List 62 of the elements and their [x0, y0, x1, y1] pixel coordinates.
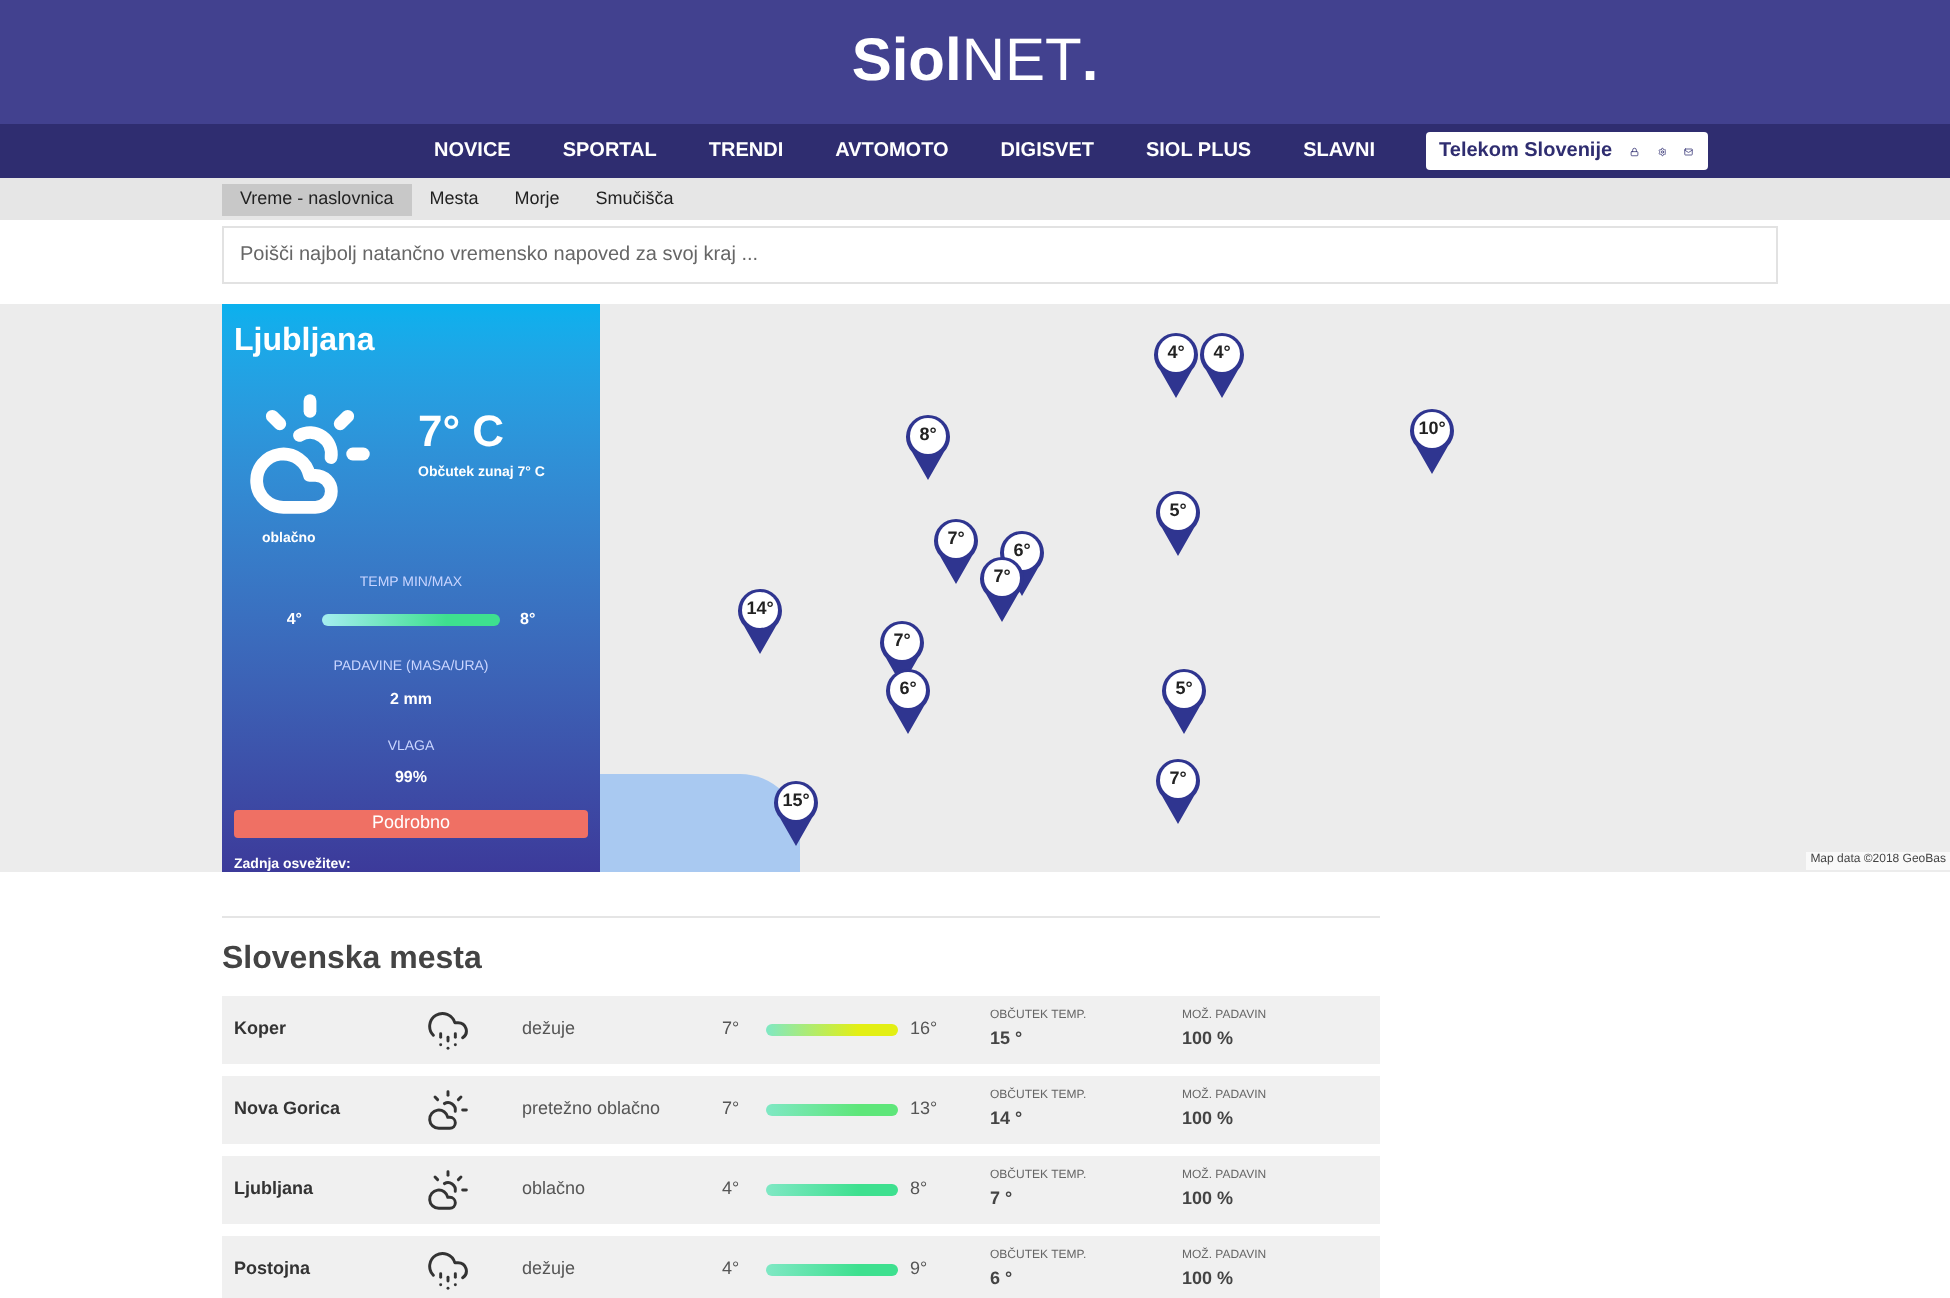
min-temp: 4° — [722, 1256, 742, 1283]
max-temp: 9° — [908, 1256, 930, 1283]
city-name: Nova Gorica — [234, 1096, 343, 1123]
rain-chance: 100 % — [1182, 1185, 1236, 1212]
min-temp: 4° — [286, 608, 302, 632]
nav-link[interactable]: SLAVNI — [1303, 136, 1376, 166]
map-marker[interactable]: 4° — [1198, 330, 1246, 398]
map-marker[interactable]: 8° — [904, 412, 952, 480]
condition: dežuje — [522, 1256, 578, 1283]
feels-value: 15 ° — [990, 1025, 1025, 1052]
city-name: Koper — [234, 1016, 289, 1043]
max-temp: 8° — [520, 608, 536, 632]
feels-value: 14 ° — [990, 1105, 1025, 1132]
map-marker[interactable]: 14° — [736, 586, 784, 654]
max-temp: 8° — [908, 1176, 930, 1203]
nav-link[interactable]: AVTOMOTO — [835, 136, 949, 166]
rain-amount: 2 mm — [390, 687, 432, 711]
city-name: Ljubljana — [234, 1176, 316, 1203]
min-temp: 7° — [722, 1096, 742, 1123]
map-marker[interactable]: 7° — [932, 516, 980, 584]
tab[interactable]: Vreme - naslovnica — [222, 183, 412, 215]
sun-cloud-icon — [246, 390, 374, 518]
rain-cloud-icon — [426, 1008, 470, 1052]
map-marker[interactable]: 5° — [1154, 488, 1202, 556]
map-marker[interactable]: 5° — [1160, 666, 1208, 734]
nav-link[interactable]: DIGISVET — [1000, 136, 1094, 166]
section-title: Slovenska mesta — [222, 940, 484, 980]
nav-link[interactable]: TRENDI — [708, 136, 784, 166]
map-marker[interactable]: 4° — [1152, 330, 1200, 398]
feels-value: 7 ° — [990, 1185, 1015, 1212]
site-logo[interactable]: SiolNET. — [851, 32, 1099, 92]
map-marker[interactable]: 10° — [1408, 406, 1456, 474]
nav-link[interactable]: SIOL PLUS — [1145, 136, 1252, 166]
city-name: Postojna — [234, 1256, 313, 1283]
rain-cloud-icon — [426, 1248, 470, 1292]
map-marker[interactable]: 15° — [772, 778, 820, 846]
max-temp: 13° — [908, 1096, 940, 1123]
tab[interactable]: Mesta — [411, 183, 497, 215]
nav-link[interactable]: SPORTAL — [562, 136, 657, 166]
city-name: Ljubljana — [234, 322, 377, 362]
sun-cloud-icon — [426, 1088, 470, 1132]
feels-value: 6 ° — [990, 1265, 1015, 1292]
account-link[interactable]: Telekom Slovenije — [1439, 136, 1613, 166]
humidity-value: 99% — [394, 766, 427, 790]
map-marker[interactable]: 6° — [884, 666, 932, 734]
rain-chance: 100 % — [1182, 1025, 1236, 1052]
min-temp: 7° — [722, 1016, 742, 1043]
max-temp: 16° — [908, 1016, 940, 1043]
sun-cloud-icon — [426, 1168, 470, 1212]
nav-link[interactable]: NOVICE — [434, 136, 511, 166]
map-marker[interactable]: 7° — [978, 554, 1026, 622]
condition: pretežno oblačno — [522, 1096, 663, 1123]
tab[interactable]: Smučišča — [577, 183, 692, 215]
temperature: 7° C — [418, 404, 507, 460]
tab[interactable]: Morje — [496, 183, 578, 215]
map-marker[interactable]: 7° — [1154, 756, 1202, 824]
min-temp: 4° — [722, 1176, 742, 1203]
rain-chance: 100 % — [1182, 1105, 1236, 1132]
condition: dežuje — [522, 1016, 578, 1043]
search-field[interactable]: Poišči najbolj natančno vremensko napoved za svoj kraj ... — [222, 226, 1778, 284]
condition: oblačno — [522, 1176, 588, 1203]
rain-chance: 100 % — [1182, 1265, 1236, 1292]
